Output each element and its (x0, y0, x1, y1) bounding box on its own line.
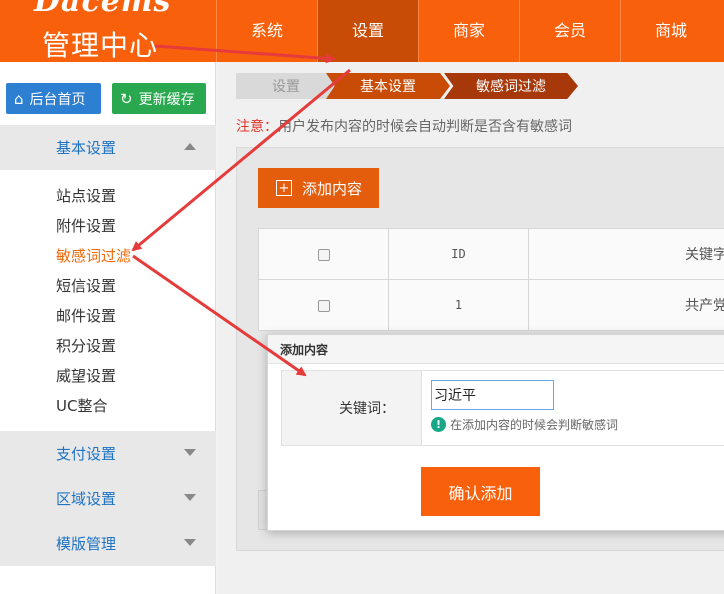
sidebar-item-attachment[interactable]: 附件设置 (56, 210, 196, 240)
breadcrumb-basic-settings[interactable]: 基本设置 (326, 73, 450, 99)
keyword-field-label: 关键词： (282, 371, 422, 445)
sidebar-item-uc[interactable]: UC整合 (56, 390, 196, 420)
row-keyword: 共产党 (528, 279, 724, 331)
section-label: 基本设置 (56, 139, 117, 157)
admin-title: 管理中心 (42, 29, 159, 62)
confirm-add-button[interactable]: 确认添加 (421, 467, 540, 516)
row-checkbox-cell (258, 279, 389, 331)
notice: 注意：用户发布内容的时候会自动判断是否含有敏感词 (236, 116, 572, 136)
refresh-icon: ↻ (120, 89, 133, 108)
sidebar-item-points[interactable]: 积分设置 (56, 330, 196, 360)
home-button[interactable]: ⌂ 后台首页 (6, 83, 101, 114)
table-header-row: ID 关键字 (258, 228, 724, 280)
select-all-cell (258, 228, 389, 280)
section-payment-settings[interactable]: 支付设置 (0, 431, 216, 476)
hint-text: 在添加内容的时候会判断敏感词 (450, 418, 619, 432)
plus-icon: + (276, 180, 292, 196)
section-template-management[interactable]: 模版管理 (0, 521, 216, 566)
chevron-down-icon (184, 494, 196, 501)
id-header: ID (388, 228, 529, 280)
keyword-field-container: ! 在添加内容的时候会判断敏感词 (422, 371, 724, 445)
table-row: 1 共产党 (258, 279, 724, 331)
breadcrumb-settings[interactable]: 设置 (236, 73, 336, 99)
dialog-title: 添加内容 (268, 335, 724, 364)
nav-system[interactable]: 系统 (216, 0, 317, 62)
refresh-button-label: 更新缓存 (138, 91, 195, 108)
add-content-dialog: 添加内容 关键词： ! 在添加内容的时候会判断敏感词 确认添加 (267, 334, 724, 531)
sidebar-item-prestige[interactable]: 威望设置 (56, 360, 196, 390)
notice-text: 用户发布内容的时候会自动判断是否含有敏感词 (278, 119, 572, 135)
keyword-input[interactable] (431, 380, 554, 410)
chevron-down-icon (184, 539, 196, 546)
add-button-label: 添加内容 (302, 179, 363, 198)
section-label: 模版管理 (56, 535, 117, 553)
refresh-cache-button[interactable]: ↻ 更新缓存 (112, 83, 206, 114)
nav-merchants[interactable]: 商家 (418, 0, 519, 62)
keyword-table: ID 关键字 1 共产党 (258, 228, 724, 331)
sidebar-item-sensitive-words[interactable]: 敏感词过滤 (56, 240, 196, 270)
add-content-button[interactable]: + 添加内容 (258, 168, 379, 208)
section-label: 区域设置 (56, 490, 117, 508)
sidebar-item-sms[interactable]: 短信设置 (56, 270, 196, 300)
nav-settings[interactable]: 设置 (317, 0, 418, 62)
keyword-header: 关键字 (528, 228, 724, 280)
top-header: Dacems 管理中心 系统 设置 商家 会员 商城 (0, 0, 724, 62)
home-icon: ⌂ (14, 89, 24, 108)
row-id: 1 (388, 279, 529, 331)
nav-members[interactable]: 会员 (519, 0, 620, 62)
section-region-settings[interactable]: 区域设置 (0, 476, 216, 521)
sidebar: ⌂ 后台首页 ↻ 更新缓存 基本设置 站点设置 附件设置 敏感词过滤 短信设置 … (0, 62, 216, 594)
nav-mall[interactable]: 商城 (620, 0, 721, 62)
row-checkbox[interactable] (317, 299, 330, 312)
keyword-form-row: 关键词： ! 在添加内容的时候会判断敏感词 (281, 370, 724, 446)
select-all-checkbox[interactable] (317, 248, 330, 261)
field-hint: ! 在添加内容的时候会判断敏感词 (431, 416, 618, 433)
sidebar-item-email[interactable]: 邮件设置 (56, 300, 196, 330)
home-button-label: 后台首页 (29, 91, 86, 108)
chevron-down-icon (184, 449, 196, 456)
top-nav: 系统 设置 商家 会员 商城 (216, 0, 721, 62)
chevron-up-icon (184, 143, 196, 150)
section-label: 支付设置 (56, 445, 117, 463)
info-icon: ! (431, 417, 446, 432)
notice-label: 注意： (236, 119, 278, 135)
logo: Dacems (34, 0, 172, 19)
breadcrumb-sensitive-words: 敏感词过滤 (444, 73, 578, 99)
section-basic-settings[interactable]: 基本设置 (0, 125, 216, 170)
sidebar-item-site[interactable]: 站点设置 (56, 180, 196, 210)
basic-submenu: 站点设置 附件设置 敏感词过滤 短信设置 邮件设置 积分设置 威望设置 UC整合 (56, 180, 196, 420)
